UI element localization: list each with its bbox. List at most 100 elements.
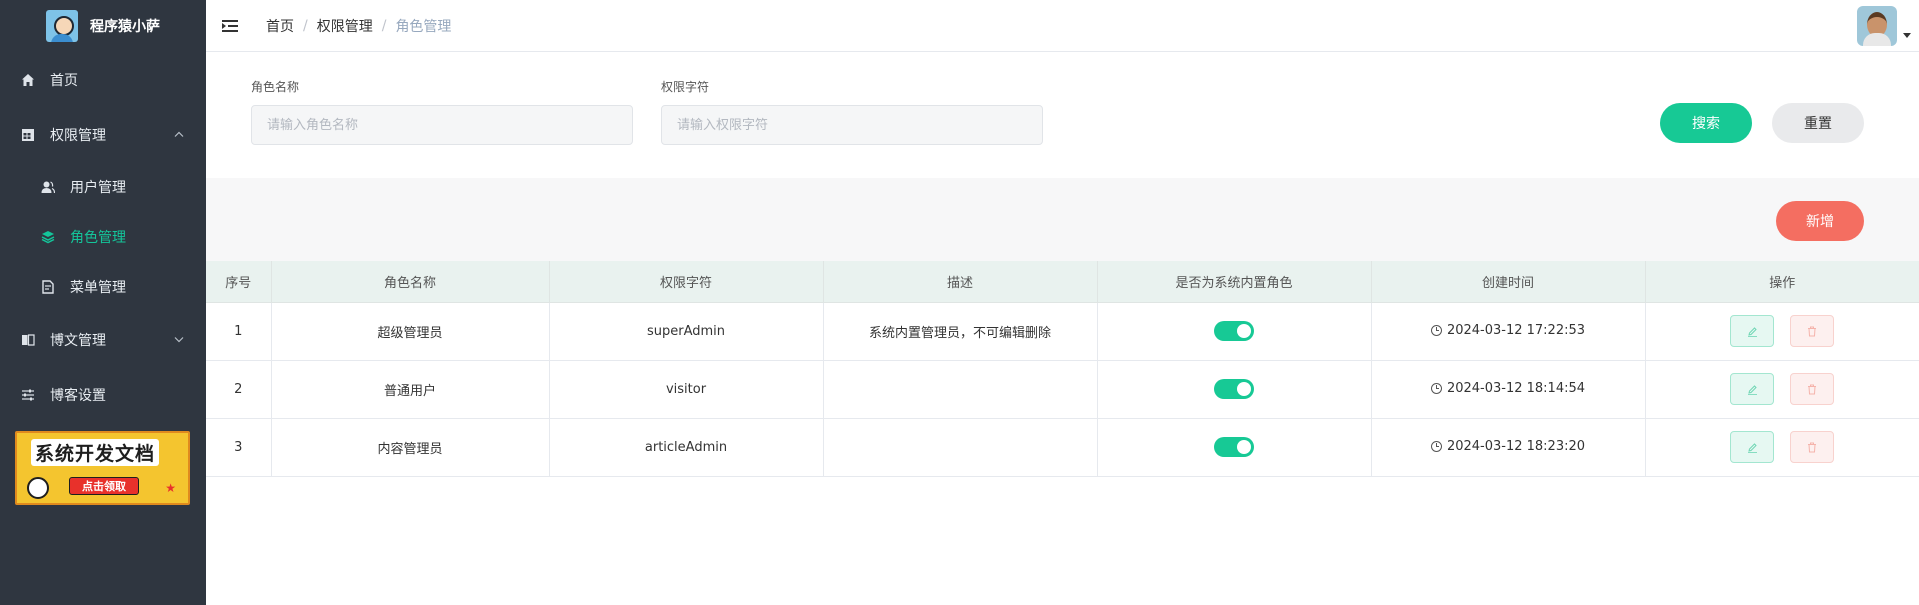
builtin-toggle[interactable] [1214,379,1254,399]
breadcrumb: 首页 / 权限管理 / 角色管理 [266,16,451,36]
row-name: 普通用户 [271,360,550,419]
document-icon [40,279,56,295]
row-name: 超级管理员 [271,302,550,361]
builtin-toggle[interactable] [1214,321,1254,341]
sidebar-item-home[interactable]: 首页 [0,52,206,107]
pencil-icon [1747,442,1757,453]
sidebar-item-label: 博客设置 [50,387,106,404]
sidebar-item-permission[interactable]: 权限管理 [0,107,206,162]
trash-icon [1808,326,1817,336]
permission-field: 权限字符 [661,77,1043,145]
promo-banner[interactable]: 系统开发文档 点击领取 ★ [15,431,190,505]
table-row: 2 普通用户 visitor 2024-03-12 18:14:54 [206,360,1919,419]
delete-button[interactable] [1790,315,1835,347]
delete-button[interactable] [1790,373,1835,405]
row-code: articleAdmin [549,418,824,477]
sidebar-item-label: 博文管理 [50,332,106,349]
banner-button[interactable]: 点击领取 [69,477,139,495]
breadcrumb-current: 角色管理 [395,18,452,35]
breadcrumb-separator: / [303,17,308,34]
sliders-icon [20,387,36,403]
row-actions [1645,418,1919,477]
row-index: 2 [206,360,272,419]
star-icon: ★ [165,481,176,495]
book-icon [20,332,36,348]
row-code: superAdmin [549,302,824,361]
sidebar-item-blog-settings[interactable]: 博客设置 [0,367,206,422]
sidebar-item-label: 角色管理 [70,230,126,246]
search-button[interactable]: 搜索 [1660,103,1752,143]
chevron-up-icon [174,129,184,140]
clock-icon [1430,324,1442,336]
sidebar-item-roles[interactable]: 角色管理 [0,212,206,262]
trash-icon [1808,384,1817,394]
column-header-desc: 描述 [823,261,1098,303]
column-header-builtin: 是否为系统内置角色 [1097,261,1372,303]
role-name-input[interactable] [251,105,633,145]
row-code: visitor [549,360,824,419]
delete-button[interactable] [1790,431,1835,463]
role-name-label: 角色名称 [251,80,300,94]
table-row: 3 内容管理员 articleAdmin 2024-03-12 18:23:20 [206,418,1919,477]
row-actions [1645,360,1919,419]
permission-label: 权限字符 [661,80,710,94]
banner-title: 系统开发文档 [31,439,160,466]
sidebar-item-menus[interactable]: 菜单管理 [0,262,206,312]
brand-logo [46,10,78,42]
sidebar-item-label: 首页 [50,72,78,89]
row-desc [823,360,1098,419]
reset-button[interactable]: 重置 [1772,103,1864,143]
role-name-field: 角色名称 [251,77,633,145]
search-form: 角色名称 权限字符 搜索 重置 [206,53,1919,178]
sidebar: 程序猿小萨 首页 权限管理 用户管理 角色管理 菜单管理 博文管理 博客设置 系… [0,0,206,605]
caret-down-icon[interactable] [1903,33,1911,38]
edit-button[interactable] [1730,373,1775,405]
table-row: 1 超级管理员 superAdmin 系统内置管理员，不可编辑删除 2024-0… [206,302,1919,361]
roles-table: 序号 角色名称 权限字符 描述 是否为系统内置角色 创建时间 操作 1 超级管理… [206,261,1919,477]
edit-button[interactable] [1730,315,1775,347]
brand[interactable]: 程序猿小萨 [0,0,206,52]
sidebar-item-posts[interactable]: 博文管理 [0,312,206,367]
sidebar-item-label: 权限管理 [50,127,106,144]
column-header-created: 创建时间 [1371,261,1646,303]
row-actions [1645,302,1919,361]
row-created-text: 2024-03-12 17:22:53 [1446,322,1586,338]
row-created-text: 2024-03-12 18:23:20 [1446,438,1586,454]
row-builtin [1097,302,1372,361]
add-role-button[interactable]: 新增 [1776,201,1864,241]
column-header-code: 权限字符 [549,261,824,303]
row-created: 2024-03-12 18:23:20 [1371,418,1646,477]
top-header: 首页 / 权限管理 / 角色管理 [206,0,1919,52]
row-builtin [1097,360,1372,419]
permission-input[interactable] [661,105,1043,145]
edit-button[interactable] [1730,431,1775,463]
row-desc: 系统内置管理员，不可编辑删除 [823,302,1098,361]
row-builtin [1097,418,1372,477]
row-index: 1 [206,302,272,361]
row-created: 2024-03-12 18:14:54 [1371,360,1646,419]
layers-icon [40,229,56,245]
row-desc [823,418,1098,477]
table-toolbar: 新增 [206,178,1919,261]
column-header-actions: 操作 [1645,261,1919,303]
column-header-index: 序号 [206,261,272,303]
breadcrumb-permission[interactable]: 权限管理 [317,16,373,36]
collapse-sidebar-icon[interactable] [222,19,240,33]
row-name: 内容管理员 [271,418,550,477]
trash-icon [1808,442,1817,452]
pencil-icon [1747,384,1757,395]
row-index: 3 [206,418,272,477]
megaphone-icon [27,477,49,499]
breadcrumb-home[interactable]: 首页 [266,16,294,36]
table-header-row: 序号 角色名称 权限字符 描述 是否为系统内置角色 创建时间 操作 [206,261,1919,303]
sidebar-item-label: 菜单管理 [70,280,126,296]
chevron-down-icon [174,334,184,345]
pencil-icon [1747,326,1757,337]
builtin-toggle[interactable] [1214,437,1254,457]
user-avatar[interactable] [1857,6,1897,46]
clock-icon [1430,382,1442,394]
sidebar-item-users[interactable]: 用户管理 [0,162,206,212]
clock-icon [1430,440,1442,452]
row-created-text: 2024-03-12 18:14:54 [1446,380,1586,396]
brand-title: 程序猿小萨 [90,19,160,35]
